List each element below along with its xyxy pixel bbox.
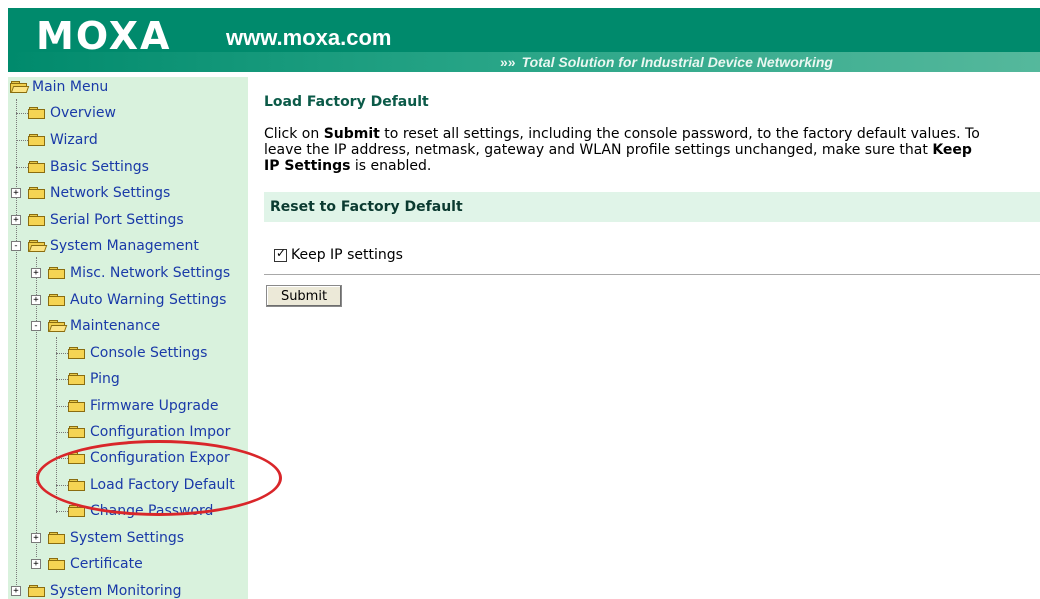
header: MOXA www.moxa.com »» Total Solution for I…: [0, 0, 1040, 72]
tree-line: [56, 485, 68, 486]
website-link[interactable]: www.moxa.com: [226, 26, 391, 50]
sidebar-item-system-monitoring[interactable]: System Monitoring: [28, 581, 182, 599]
sidebar-item-configuration-export[interactable]: Configuration Expor: [68, 448, 230, 468]
sidebar-item-change-password[interactable]: Change Password: [68, 501, 213, 521]
tagline: »» Total Solution for Industrial Device N…: [500, 52, 833, 72]
tree-line: [56, 337, 57, 513]
folder-icon: [68, 478, 86, 492]
folder-icon: [28, 106, 46, 120]
tagline-text: Total Solution for Industrial Device Net…: [521, 54, 833, 70]
sidebar-item-system-management[interactable]: System Management: [28, 236, 199, 256]
folder-open-icon: [10, 80, 30, 94]
tree-line: [56, 379, 68, 380]
sidebar-item-load-factory-default[interactable]: Load Factory Default: [68, 475, 235, 495]
tree-line: [16, 113, 28, 114]
sidebar-item-basic-settings[interactable]: Basic Settings: [28, 157, 149, 177]
tree-line: [56, 432, 68, 433]
sidebar-item-misc-network-settings[interactable]: Misc. Network Settings: [48, 263, 230, 283]
folder-icon: [68, 504, 86, 518]
tree-line: [56, 511, 68, 512]
section-header: Reset to Factory Default: [264, 192, 1040, 222]
keep-ip-setting: ✓ Keep IP settings: [274, 245, 403, 263]
expand-plus-icon[interactable]: +: [31, 559, 41, 569]
folder-icon: [28, 160, 46, 174]
sidebar-menu-tree: Main Menu Overview Wizard Basic Settings…: [8, 77, 248, 599]
folder-icon: [68, 451, 86, 465]
folder-icon: [48, 531, 66, 545]
folder-open-icon: [48, 319, 68, 333]
section-title: Reset to Factory Default: [270, 199, 463, 215]
tree-line: [16, 140, 28, 141]
sidebar-item-ping[interactable]: Ping: [68, 369, 120, 389]
divider: [264, 274, 1040, 275]
desc-bold: Submit: [323, 126, 380, 142]
desc-text: is enabled.: [350, 158, 432, 174]
folder-icon: [28, 133, 46, 147]
sidebar-item-firmware-upgrade[interactable]: Firmware Upgrade: [68, 396, 218, 416]
tree-line: [56, 353, 68, 354]
tree-line: [16, 99, 17, 595]
folder-icon: [28, 584, 46, 598]
expand-plus-icon[interactable]: +: [31, 268, 41, 278]
folder-icon: [68, 425, 86, 439]
sidebar-item-main-menu[interactable]: Main Menu: [10, 77, 108, 97]
expand-plus-icon[interactable]: +: [11, 215, 21, 225]
tree-line: [16, 167, 28, 168]
desc-bold: IP Settings: [264, 158, 351, 174]
folder-icon: [68, 399, 86, 413]
page-description: Click on Submit to reset all settings, i…: [264, 126, 1040, 174]
sidebar-item-certificate[interactable]: Certificate: [48, 554, 143, 574]
collapse-minus-icon[interactable]: -: [11, 241, 21, 251]
expand-plus-icon[interactable]: +: [11, 188, 21, 198]
desc-text: leave the IP address, netmask, gateway a…: [264, 142, 933, 158]
sidebar-item-auto-warning-settings[interactable]: Auto Warning Settings: [48, 290, 226, 310]
sidebar-item-system-settings[interactable]: System Settings: [48, 528, 184, 548]
page-title: Load Factory Default: [264, 94, 429, 110]
collapse-minus-icon[interactable]: -: [31, 321, 41, 331]
moxa-logo: MOXA: [36, 14, 172, 58]
desc-bold: Keep: [932, 142, 972, 158]
expand-plus-icon[interactable]: +: [31, 295, 41, 305]
tree-line: [56, 458, 68, 459]
desc-text: Click on: [264, 126, 324, 142]
folder-icon: [28, 213, 46, 227]
double-arrow-icon: »»: [500, 54, 516, 70]
folder-icon: [48, 266, 66, 280]
desc-text: to reset all settings, including the con…: [379, 126, 980, 142]
sidebar-item-maintenance[interactable]: Maintenance: [48, 316, 160, 336]
sidebar-item-serial-port-settings[interactable]: Serial Port Settings: [28, 210, 184, 230]
keep-ip-checkbox[interactable]: ✓: [274, 245, 287, 262]
sidebar-item-configuration-import[interactable]: Configuration Impor: [68, 422, 230, 442]
sidebar-item-console-settings[interactable]: Console Settings: [68, 343, 207, 363]
folder-icon: [68, 372, 86, 386]
sidebar-item-wizard[interactable]: Wizard: [28, 130, 98, 150]
folder-icon: [48, 293, 66, 307]
keep-ip-label: Keep IP settings: [291, 247, 403, 263]
folder-icon: [28, 186, 46, 200]
checkmark-icon: ✓: [276, 245, 287, 260]
tree-line: [56, 406, 68, 407]
sidebar-item-network-settings[interactable]: Network Settings: [28, 183, 170, 203]
folder-icon: [48, 557, 66, 571]
expand-plus-icon[interactable]: +: [31, 533, 41, 543]
sidebar-item-overview[interactable]: Overview: [28, 103, 116, 123]
folder-icon: [68, 346, 86, 360]
folder-open-icon: [28, 239, 48, 253]
expand-plus-icon[interactable]: +: [11, 586, 21, 596]
submit-button[interactable]: Submit: [266, 285, 342, 307]
